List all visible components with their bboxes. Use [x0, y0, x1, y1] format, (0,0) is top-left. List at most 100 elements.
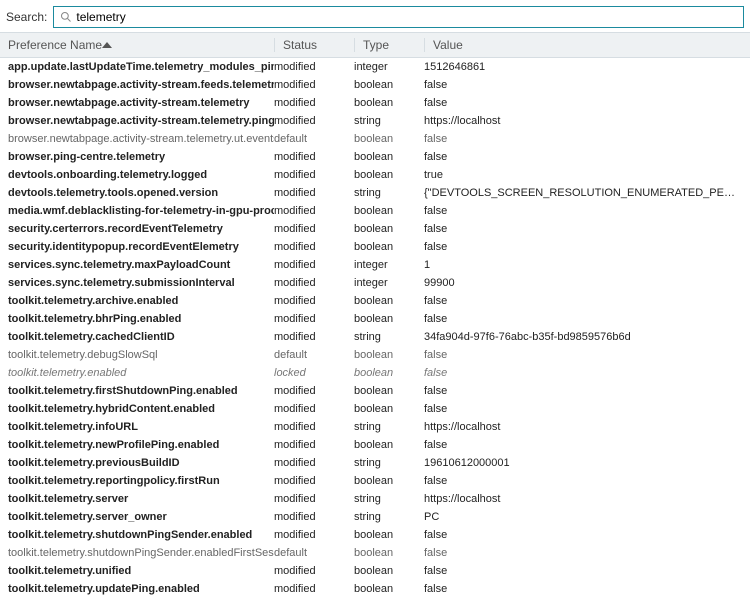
table-row[interactable]: toolkit.telemetry.infoURLmodifiedstringh…: [0, 418, 750, 436]
pref-value: false: [424, 97, 750, 109]
pref-name: browser.newtabpage.activity-stream.telem…: [0, 97, 274, 109]
table-row[interactable]: security.identitypopup.recordEventElemet…: [0, 238, 750, 256]
pref-type: boolean: [354, 133, 424, 145]
table-row[interactable]: toolkit.telemetry.bhrPing.enabledmodifie…: [0, 310, 750, 328]
table-row[interactable]: browser.newtabpage.activity-stream.telem…: [0, 130, 750, 148]
pref-status: modified: [274, 151, 354, 163]
pref-type: string: [354, 331, 424, 343]
table-row[interactable]: toolkit.telemetry.hybridContent.enabledm…: [0, 400, 750, 418]
pref-status: modified: [274, 331, 354, 343]
pref-value: false: [424, 205, 750, 217]
pref-status: modified: [274, 295, 354, 307]
pref-value: 34fa904d-97f6-76abc-b35f-bd9859576b6d: [424, 331, 750, 343]
pref-type: boolean: [354, 313, 424, 325]
table-row[interactable]: services.sync.telemetry.maxPayloadCountm…: [0, 256, 750, 274]
search-input[interactable]: [76, 7, 737, 27]
pref-name: toolkit.telemetry.shutdownPingSender.ena…: [0, 529, 274, 541]
pref-type: boolean: [354, 583, 424, 595]
header-type-label: Type: [363, 38, 389, 52]
pref-name: toolkit.telemetry.previousBuildID: [0, 457, 274, 469]
pref-status: modified: [274, 223, 354, 235]
pref-value: https://localhost: [424, 421, 750, 433]
table-row[interactable]: media.wmf.deblacklisting-for-telemetry-i…: [0, 202, 750, 220]
table-row[interactable]: toolkit.telemetry.shutdownPingSender.ena…: [0, 544, 750, 562]
pref-value: false: [424, 133, 750, 145]
pref-name: browser.newtabpage.activity-stream.feeds…: [0, 79, 274, 91]
pref-status: modified: [274, 457, 354, 469]
pref-name: devtools.onboarding.telemetry.logged: [0, 169, 274, 181]
pref-name: toolkit.telemetry.updatePing.enabled: [0, 583, 274, 595]
pref-status: modified: [274, 205, 354, 217]
table-row[interactable]: toolkit.telemetry.shutdownPingSender.ena…: [0, 526, 750, 544]
table-row[interactable]: toolkit.telemetry.previousBuildIDmodifie…: [0, 454, 750, 472]
pref-type: boolean: [354, 241, 424, 253]
pref-value: true: [424, 169, 750, 181]
pref-name: toolkit.telemetry.reportingpolicy.firstR…: [0, 475, 274, 487]
search-bar: Search:: [0, 0, 750, 32]
search-box[interactable]: [53, 6, 744, 28]
pref-type: boolean: [354, 169, 424, 181]
pref-name: media.wmf.deblacklisting-for-telemetry-i…: [0, 205, 274, 217]
pref-status: modified: [274, 421, 354, 433]
table-row[interactable]: toolkit.telemetry.archive.enabledmodifie…: [0, 292, 750, 310]
header-status-label: Status: [283, 38, 317, 52]
table-row[interactable]: devtools.onboarding.telemetry.loggedmodi…: [0, 166, 750, 184]
pref-type: boolean: [354, 151, 424, 163]
pref-value: false: [424, 295, 750, 307]
pref-value: PC: [424, 511, 750, 523]
table-row[interactable]: toolkit.telemetry.updatePing.enabledmodi…: [0, 580, 750, 598]
table-row[interactable]: app.update.lastUpdateTime.telemetry_modu…: [0, 58, 750, 76]
pref-name: toolkit.telemetry.archive.enabled: [0, 295, 274, 307]
header-status[interactable]: Status: [274, 38, 354, 52]
pref-type: string: [354, 115, 424, 127]
table-row[interactable]: toolkit.telemetry.cachedClientIDmodified…: [0, 328, 750, 346]
table-row[interactable]: browser.newtabpage.activity-stream.telem…: [0, 94, 750, 112]
pref-type: boolean: [354, 79, 424, 91]
pref-type: boolean: [354, 223, 424, 235]
table-row[interactable]: browser.newtabpage.activity-stream.telem…: [0, 112, 750, 130]
pref-value: false: [424, 583, 750, 595]
table-row[interactable]: toolkit.telemetry.reportingpolicy.firstR…: [0, 472, 750, 490]
pref-status: default: [274, 547, 354, 559]
pref-name: toolkit.telemetry.unified: [0, 565, 274, 577]
pref-value: false: [424, 529, 750, 541]
header-preference-name[interactable]: Preference Name: [0, 38, 274, 52]
pref-value: 19610612000001: [424, 457, 750, 469]
pref-value: false: [424, 565, 750, 577]
header-type[interactable]: Type: [354, 38, 424, 52]
pref-name: browser.newtabpage.activity-stream.telem…: [0, 115, 274, 127]
pref-status: default: [274, 349, 354, 361]
table-row[interactable]: toolkit.telemetry.firstShutdownPing.enab…: [0, 382, 750, 400]
pref-value: false: [424, 223, 750, 235]
table-row[interactable]: toolkit.telemetry.servermodifiedstringht…: [0, 490, 750, 508]
pref-value: https://localhost: [424, 115, 750, 127]
table-row[interactable]: security.certerrors.recordEventTelemetry…: [0, 220, 750, 238]
table-row[interactable]: toolkit.telemetry.unifiedmodifiedboolean…: [0, 562, 750, 580]
table-row[interactable]: toolkit.telemetry.server_ownermodifiedst…: [0, 508, 750, 526]
pref-value: false: [424, 475, 750, 487]
table-row[interactable]: toolkit.telemetry.newProfilePing.enabled…: [0, 436, 750, 454]
pref-type: string: [354, 493, 424, 505]
pref-name: devtools.telemetry.tools.opened.version: [0, 187, 274, 199]
pref-name: toolkit.telemetry.server: [0, 493, 274, 505]
table-row[interactable]: toolkit.telemetry.debugSlowSqldefaultboo…: [0, 346, 750, 364]
pref-value: false: [424, 79, 750, 91]
pref-name: toolkit.telemetry.shutdownPingSender.ena…: [0, 547, 274, 559]
pref-status: modified: [274, 385, 354, 397]
column-headers: Preference Name Status Type Value: [0, 32, 750, 58]
pref-value: 99900: [424, 277, 750, 289]
header-value[interactable]: Value: [424, 38, 750, 52]
pref-status: modified: [274, 97, 354, 109]
pref-status: modified: [274, 529, 354, 541]
table-row[interactable]: toolkit.telemetry.enabledlockedbooleanfa…: [0, 364, 750, 382]
table-row[interactable]: services.sync.telemetry.submissionInterv…: [0, 274, 750, 292]
pref-type: boolean: [354, 529, 424, 541]
table-row[interactable]: browser.ping-centre.telemetrymodifiedboo…: [0, 148, 750, 166]
pref-name: toolkit.telemetry.infoURL: [0, 421, 274, 433]
pref-type: boolean: [354, 475, 424, 487]
pref-value: false: [424, 349, 750, 361]
pref-type: boolean: [354, 349, 424, 361]
pref-status: modified: [274, 439, 354, 451]
table-row[interactable]: browser.newtabpage.activity-stream.feeds…: [0, 76, 750, 94]
table-row[interactable]: devtools.telemetry.tools.opened.versionm…: [0, 184, 750, 202]
